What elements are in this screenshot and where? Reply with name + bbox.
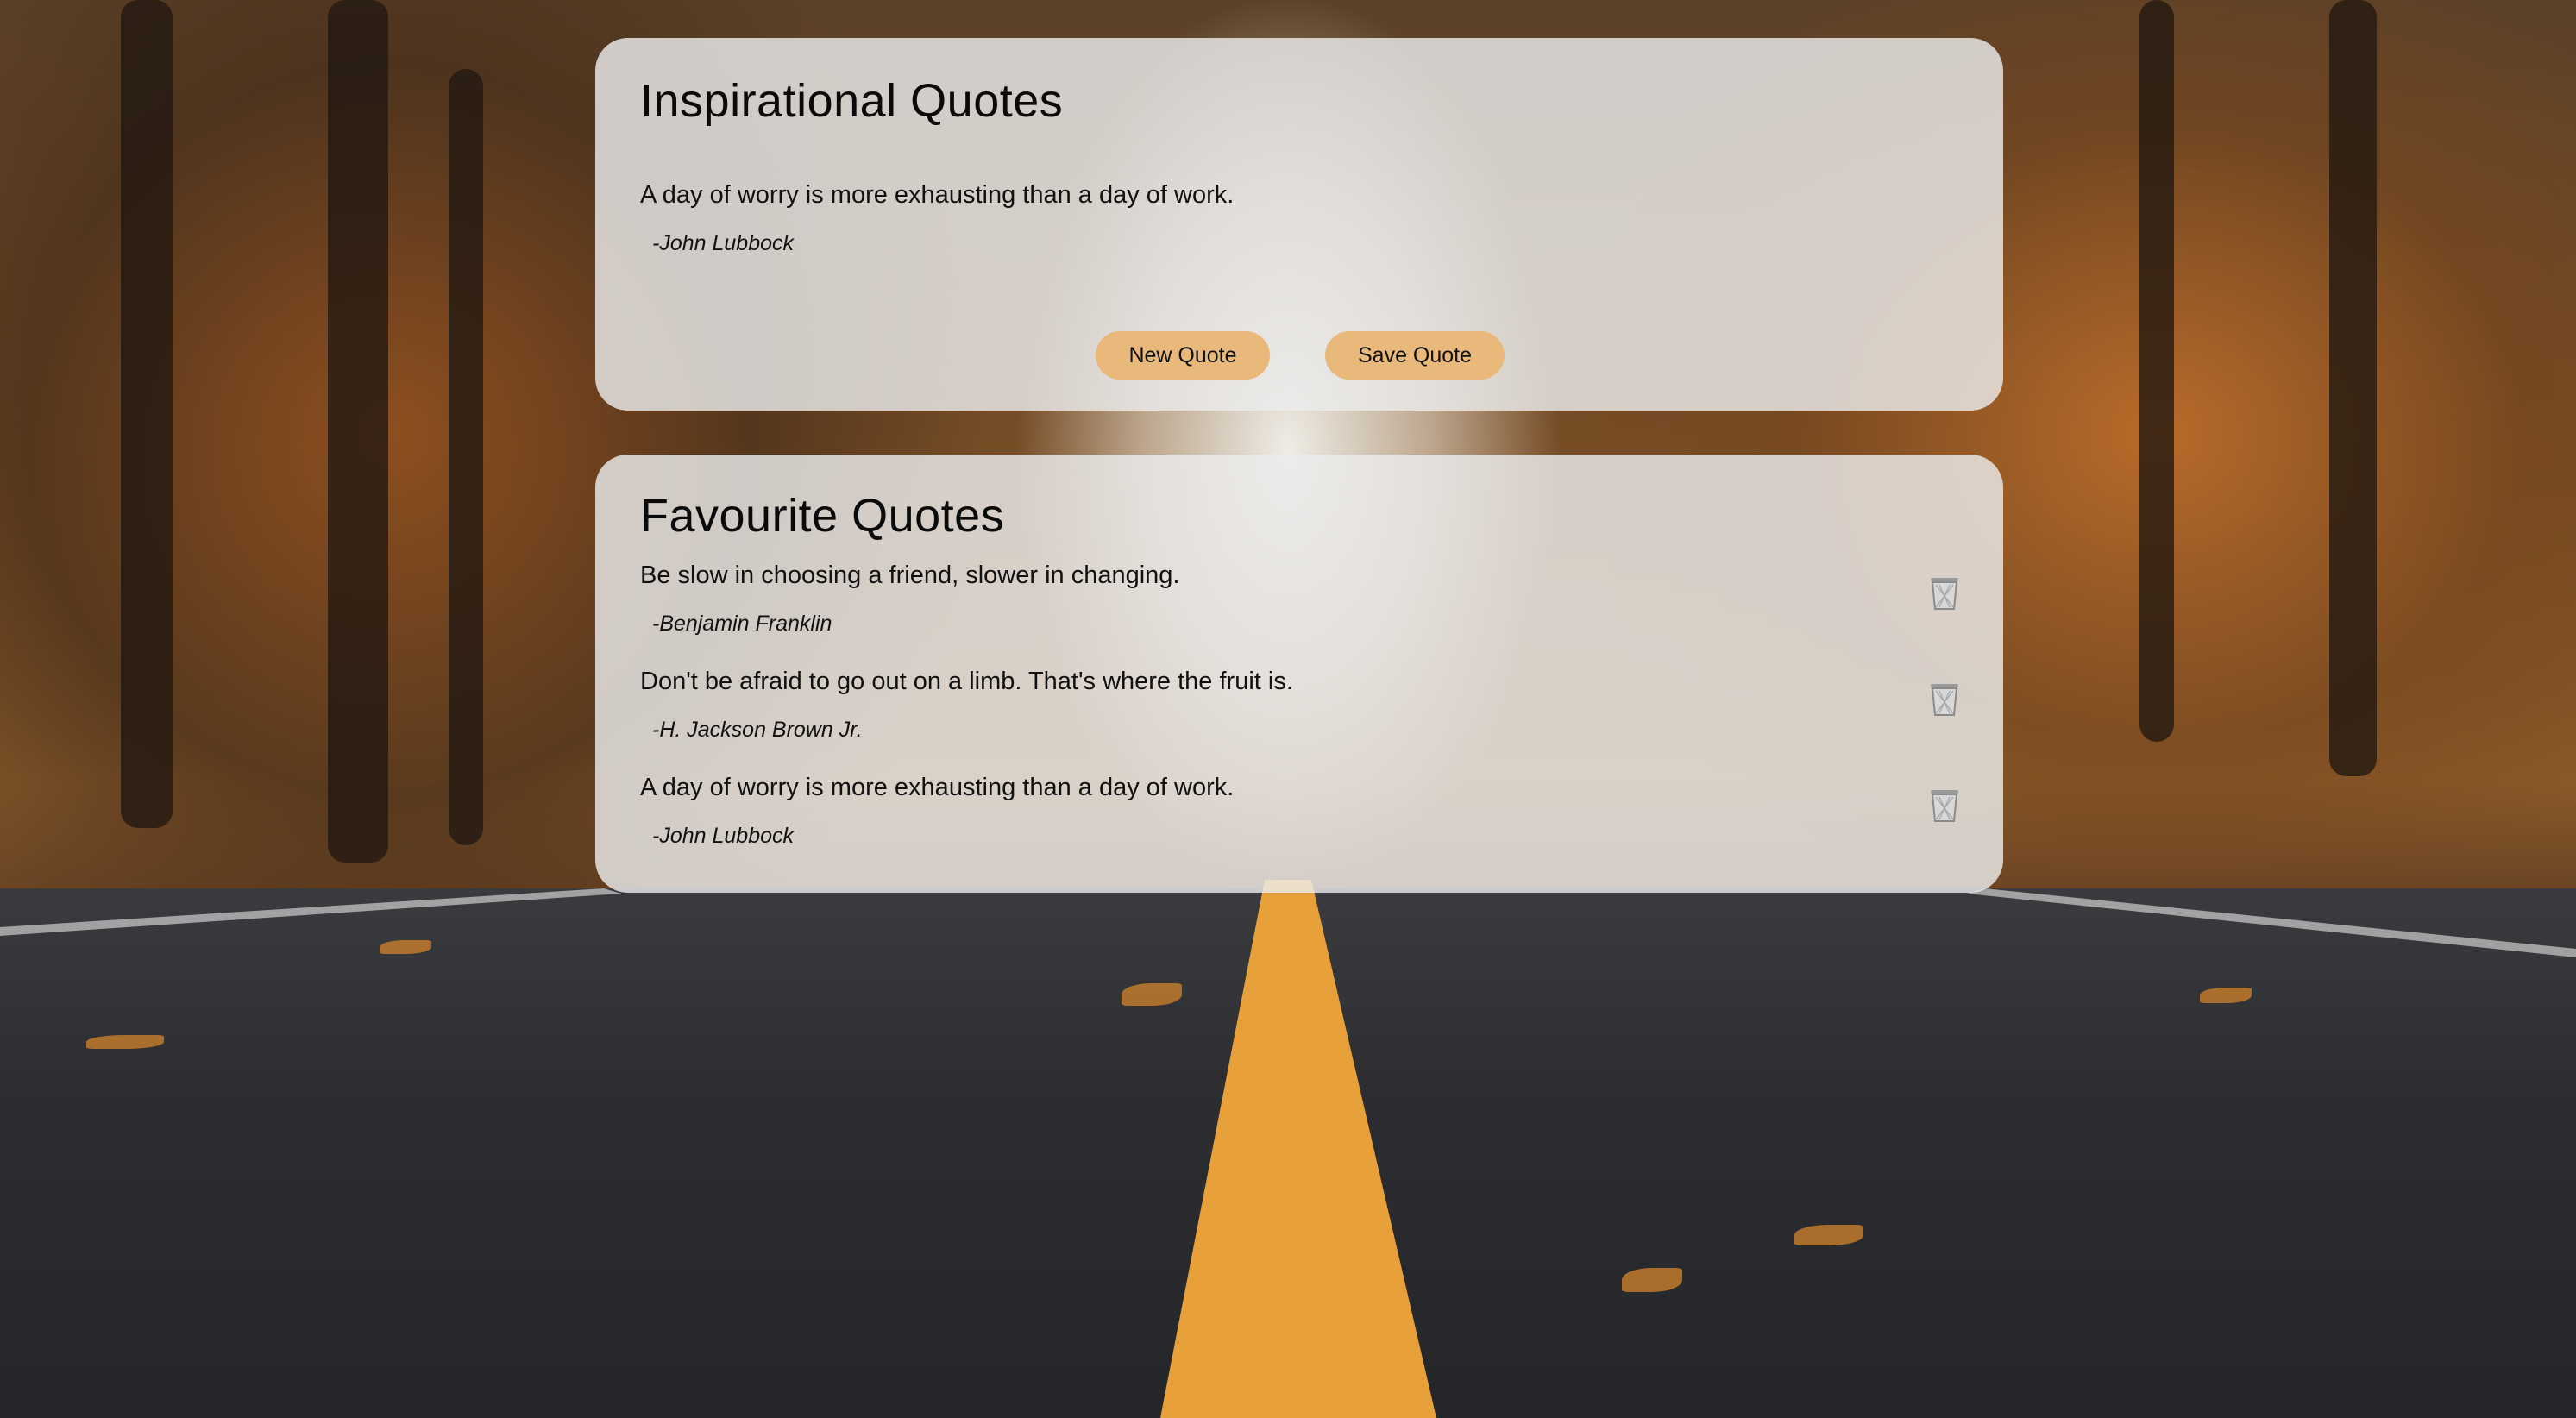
save-quote-button[interactable]: Save Quote [1325,331,1505,380]
favourite-quote-author: -Benjamin Franklin [652,612,832,636]
leaf [86,1035,164,1049]
favourite-quote-text: Be slow in choosing a friend, slower in … [640,562,1180,589]
current-quote-text: A day of worry is more exhausting than a… [640,181,1235,209]
leaf [2200,988,2252,1003]
favourite-quote-text: Don't be afraid to go out on a limb. Tha… [640,668,1293,695]
generator-title: Inspirational Quotes [640,75,1064,127]
favourite-quote-author: -John Lubbock [652,824,795,848]
favourite-quote-author: -H. Jackson Brown Jr. [652,718,863,742]
trash-icon[interactable] [1929,682,1960,717]
favourite-quotes-card: Favourite Quotes Be slow in choosing a f… [595,455,2003,893]
quote-generator-card: Inspirational Quotes A day of worry is m… [595,38,2003,411]
trash-icon[interactable] [1929,576,1960,611]
favourite-quote-text: A day of worry is more exhausting than a… [640,774,1235,801]
leaf [1622,1268,1682,1292]
trash-icon[interactable] [1929,788,1960,823]
leaf [1122,983,1182,1006]
new-quote-button[interactable]: New Quote [1096,331,1270,380]
favourites-title: Favourite Quotes [640,490,1005,542]
current-quote-author: -John Lubbock [652,231,795,255]
leaf [1794,1225,1863,1245]
leaf [380,940,431,954]
